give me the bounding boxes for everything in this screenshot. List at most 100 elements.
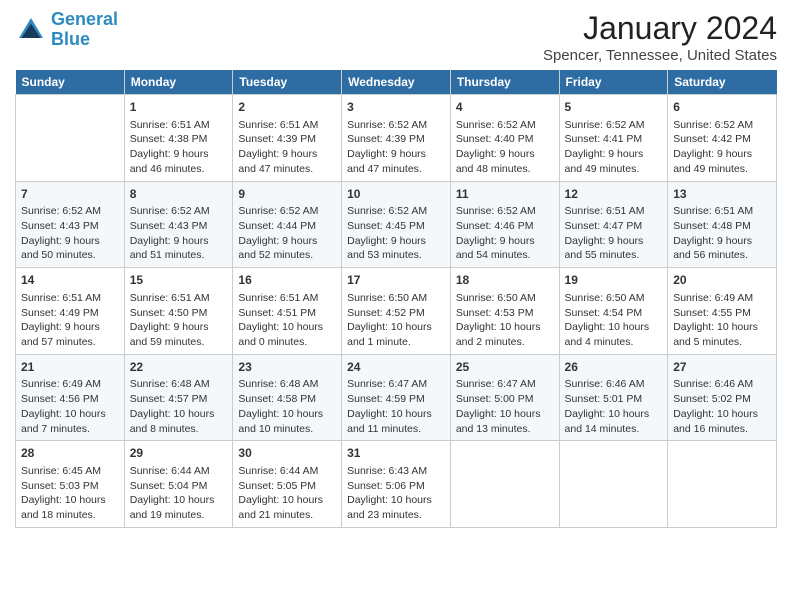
day-number: 10 (347, 186, 445, 203)
day-info: Sunrise: 6:52 AMSunset: 4:42 PMDaylight:… (673, 118, 771, 177)
table-cell: 20 Sunrise: 6:49 AMSunset: 4:55 PMDayligh… (668, 268, 777, 355)
logo-icon (15, 14, 47, 46)
day-info: Sunrise: 6:52 AMSunset: 4:41 PMDaylight:… (565, 118, 663, 177)
table-cell: 9Sunrise: 6:52 AMSunset: 4:44 PMDaylight… (233, 181, 342, 268)
week-row-5: 28 Sunrise: 6:45 AMSunset: 5:03 PMDayligh… (16, 441, 777, 528)
day-info: Sunrise: 6:52 AMSunset: 4:39 PMDaylight:… (347, 118, 445, 177)
day-number: 30 (238, 445, 336, 462)
day-info: Sunrise: 6:51 AMSunset: 4:38 PMDaylight:… (130, 118, 228, 177)
header-row: Sunday Monday Tuesday Wednesday Thursday… (16, 70, 777, 95)
table-cell: 17 Sunrise: 6:50 AMSunset: 4:52 PMDayligh… (342, 268, 451, 355)
month-title: January 2024 (543, 10, 777, 47)
day-number: 12 (565, 186, 663, 203)
day-info: Sunrise: 6:51 AMSunset: 4:49 PMDaylight:… (21, 291, 119, 350)
table-cell: 1 Sunrise: 6:51 AMSunset: 4:38 PMDaylight… (124, 95, 233, 182)
day-info: Sunrise: 6:49 AMSunset: 4:55 PMDaylight:… (673, 291, 771, 350)
table-cell: 27Sunrise: 6:46 AMSunset: 5:02 PMDayligh… (668, 354, 777, 441)
table-cell: 6 Sunrise: 6:52 AMSunset: 4:42 PMDaylight… (668, 95, 777, 182)
day-info: Sunrise: 6:50 AMSunset: 4:53 PMDaylight:… (456, 291, 554, 350)
table-cell: 24Sunrise: 6:47 AMSunset: 4:59 PMDayligh… (342, 354, 451, 441)
day-info: Sunrise: 6:44 AMSunset: 5:04 PMDaylight:… (130, 464, 228, 523)
day-info: Sunrise: 6:45 AMSunset: 5:03 PMDaylight:… (21, 464, 119, 523)
table-cell: 10Sunrise: 6:52 AMSunset: 4:45 PMDayligh… (342, 181, 451, 268)
header-monday: Monday (124, 70, 233, 95)
table-cell: 15Sunrise: 6:51 AMSunset: 4:50 PMDayligh… (124, 268, 233, 355)
week-row-3: 14 Sunrise: 6:51 AMSunset: 4:49 PMDayligh… (16, 268, 777, 355)
day-number: 19 (565, 272, 663, 289)
table-cell: 2 Sunrise: 6:51 AMSunset: 4:39 PMDaylight… (233, 95, 342, 182)
table-cell: 16 Sunrise: 6:51 AMSunset: 4:51 PMDayligh… (233, 268, 342, 355)
day-info: Sunrise: 6:44 AMSunset: 5:05 PMDaylight:… (238, 464, 336, 523)
logo: GeneralBlue (15, 10, 118, 50)
day-number: 11 (456, 186, 554, 203)
logo-text: GeneralBlue (51, 10, 118, 50)
table-cell: 26Sunrise: 6:46 AMSunset: 5:01 PMDayligh… (559, 354, 668, 441)
header-wednesday: Wednesday (342, 70, 451, 95)
day-number: 20 (673, 272, 771, 289)
location: Spencer, Tennessee, United States (543, 47, 777, 64)
day-number: 9 (238, 186, 336, 203)
calendar-table: Sunday Monday Tuesday Wednesday Thursday… (15, 70, 777, 528)
day-info: Sunrise: 6:51 AMSunset: 4:39 PMDaylight:… (238, 118, 336, 177)
page-header: GeneralBlue January 2024 Spencer, Tennes… (15, 10, 777, 64)
table-cell: 23Sunrise: 6:48 AMSunset: 4:58 PMDayligh… (233, 354, 342, 441)
table-cell: 29 Sunrise: 6:44 AMSunset: 5:04 PMDayligh… (124, 441, 233, 528)
day-info: Sunrise: 6:47 AMSunset: 5:00 PMDaylight:… (456, 377, 554, 436)
day-number: 4 (456, 99, 554, 116)
day-number: 1 (130, 99, 228, 116)
day-number: 31 (347, 445, 445, 462)
day-number: 27 (673, 359, 771, 376)
day-info: Sunrise: 6:52 AMSunset: 4:46 PMDaylight:… (456, 204, 554, 263)
day-number: 14 (21, 272, 119, 289)
table-cell: 13Sunrise: 6:51 AMSunset: 4:48 PMDayligh… (668, 181, 777, 268)
table-cell: 25Sunrise: 6:47 AMSunset: 5:00 PMDayligh… (450, 354, 559, 441)
day-number: 8 (130, 186, 228, 203)
week-row-2: 7Sunrise: 6:52 AMSunset: 4:43 PMDaylight… (16, 181, 777, 268)
table-cell: 12Sunrise: 6:51 AMSunset: 4:47 PMDayligh… (559, 181, 668, 268)
day-info: Sunrise: 6:52 AMSunset: 4:43 PMDaylight:… (21, 204, 119, 263)
day-number: 29 (130, 445, 228, 462)
header-sunday: Sunday (16, 70, 125, 95)
header-friday: Friday (559, 70, 668, 95)
day-info: Sunrise: 6:46 AMSunset: 5:01 PMDaylight:… (565, 377, 663, 436)
table-cell: 22Sunrise: 6:48 AMSunset: 4:57 PMDayligh… (124, 354, 233, 441)
table-cell: 11Sunrise: 6:52 AMSunset: 4:46 PMDayligh… (450, 181, 559, 268)
table-cell: 8Sunrise: 6:52 AMSunset: 4:43 PMDaylight… (124, 181, 233, 268)
day-number: 2 (238, 99, 336, 116)
table-cell: 19 Sunrise: 6:50 AMSunset: 4:54 PMDayligh… (559, 268, 668, 355)
header-saturday: Saturday (668, 70, 777, 95)
day-number: 25 (456, 359, 554, 376)
day-number: 21 (21, 359, 119, 376)
table-cell: 31Sunrise: 6:43 AMSunset: 5:06 PMDayligh… (342, 441, 451, 528)
table-cell: 30 Sunrise: 6:44 AMSunset: 5:05 PMDayligh… (233, 441, 342, 528)
table-cell: 14 Sunrise: 6:51 AMSunset: 4:49 PMDayligh… (16, 268, 125, 355)
table-cell: 28 Sunrise: 6:45 AMSunset: 5:03 PMDayligh… (16, 441, 125, 528)
header-tuesday: Tuesday (233, 70, 342, 95)
table-cell: 7Sunrise: 6:52 AMSunset: 4:43 PMDaylight… (16, 181, 125, 268)
day-number: 5 (565, 99, 663, 116)
day-info: Sunrise: 6:51 AMSunset: 4:51 PMDaylight:… (238, 291, 336, 350)
header-thursday: Thursday (450, 70, 559, 95)
day-info: Sunrise: 6:49 AMSunset: 4:56 PMDaylight:… (21, 377, 119, 436)
day-info: Sunrise: 6:50 AMSunset: 4:52 PMDaylight:… (347, 291, 445, 350)
day-number: 17 (347, 272, 445, 289)
day-number: 28 (21, 445, 119, 462)
table-cell (450, 441, 559, 528)
table-cell: 4 Sunrise: 6:52 AMSunset: 4:40 PMDaylight… (450, 95, 559, 182)
day-info: Sunrise: 6:52 AMSunset: 4:40 PMDaylight:… (456, 118, 554, 177)
title-block: January 2024 Spencer, Tennessee, United … (543, 10, 777, 64)
day-info: Sunrise: 6:50 AMSunset: 4:54 PMDaylight:… (565, 291, 663, 350)
day-number: 6 (673, 99, 771, 116)
day-info: Sunrise: 6:52 AMSunset: 4:45 PMDaylight:… (347, 204, 445, 263)
day-number: 13 (673, 186, 771, 203)
table-cell: 18Sunrise: 6:50 AMSunset: 4:53 PMDayligh… (450, 268, 559, 355)
day-info: Sunrise: 6:51 AMSunset: 4:50 PMDaylight:… (130, 291, 228, 350)
day-number: 23 (238, 359, 336, 376)
week-row-4: 21Sunrise: 6:49 AMSunset: 4:56 PMDayligh… (16, 354, 777, 441)
day-number: 3 (347, 99, 445, 116)
day-info: Sunrise: 6:51 AMSunset: 4:48 PMDaylight:… (673, 204, 771, 263)
table-cell (559, 441, 668, 528)
day-info: Sunrise: 6:46 AMSunset: 5:02 PMDaylight:… (673, 377, 771, 436)
day-number: 16 (238, 272, 336, 289)
table-cell (16, 95, 125, 182)
